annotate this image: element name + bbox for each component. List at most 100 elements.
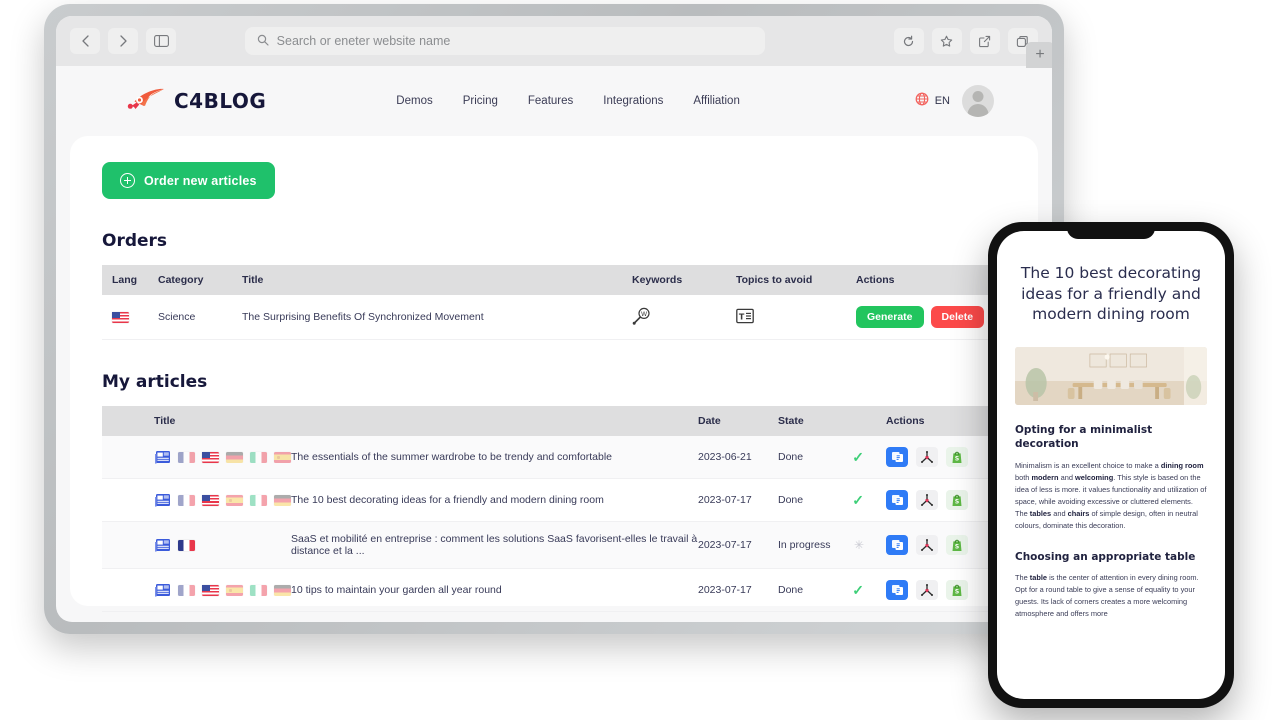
orders-header-row: Lang Category Title Keywords Topics to a…	[102, 265, 1006, 295]
search-icon	[257, 34, 269, 49]
site-header: C4BLOG Demos Pricing Features Integratio…	[56, 66, 1052, 136]
article-title: The essentials of the summer wardrobe to…	[291, 451, 612, 463]
table-row[interactable]: SaaS et mobilité en entreprise : comment…	[102, 521, 1006, 569]
globe-icon	[915, 92, 929, 111]
flag-it-icon	[250, 451, 267, 463]
sidebar-toggle-icon[interactable]	[146, 28, 176, 54]
address-bar[interactable]: Search or eneter website name	[244, 27, 765, 55]
nav-item-affiliation[interactable]: Affiliation	[693, 95, 739, 107]
wordpress-icon[interactable]	[916, 447, 938, 467]
phone-screen: The 10 best decorating ideas for a frien…	[997, 231, 1225, 699]
articles-title: My articles	[102, 372, 208, 392]
phone-article-title: The 10 best decorating ideas for a frien…	[1020, 264, 1202, 324]
order-lang-cell	[102, 295, 158, 340]
shopify-icon[interactable]: S	[946, 535, 968, 555]
flag-es-icon	[274, 451, 291, 463]
table-row[interactable]: The essentials of the summer wardrobe to…	[102, 436, 1006, 479]
articles-table: Title Date State Actions The essentials …	[102, 406, 1006, 612]
app-content-card: Order new articles Orders Lang Category …	[70, 136, 1038, 612]
phone-section-heading-1: Opting for a minimalist decoration	[1015, 423, 1153, 451]
table-row[interactable]: The 10 best decorating ideas for a frien…	[102, 479, 1006, 522]
duplicate-icon[interactable]	[886, 447, 908, 467]
text-article-icon[interactable]: T	[736, 308, 754, 327]
newspaper-icon	[154, 583, 171, 598]
flag-de-icon	[274, 494, 291, 506]
flag-us-icon	[202, 584, 219, 596]
shopify-icon[interactable]: S	[946, 490, 968, 510]
plus-circle-icon	[120, 173, 135, 188]
articles-col-date: Date	[698, 415, 721, 427]
language-code: EN	[934, 95, 950, 107]
article-state-cell: Done ✓	[778, 569, 886, 612]
share-icon[interactable]	[969, 28, 1000, 54]
flag-de-icon	[226, 451, 243, 463]
flag-fr-icon	[178, 584, 195, 596]
tablet-device: Search or eneter website name + C4BLOG D…	[44, 4, 1064, 634]
orders-col-keywords: Keywords	[632, 274, 683, 286]
wordpress-icon[interactable]	[916, 535, 938, 555]
duplicate-icon[interactable]	[886, 535, 908, 555]
main-navigation: Demos Pricing Features Integrations Affi…	[396, 95, 740, 107]
article-flags-cell	[102, 569, 291, 612]
article-title: 10 tips to maintain your garden all year…	[291, 584, 502, 596]
svg-text:S: S	[955, 588, 959, 595]
flag-de-icon	[274, 584, 291, 596]
check-icon: ✓	[852, 581, 864, 598]
flag-es-icon	[226, 584, 243, 596]
logo-text: C4BLOG	[174, 89, 267, 113]
duplicate-icon[interactable]	[886, 580, 908, 600]
card-inner: Order new articles Orders Lang Category …	[70, 136, 1038, 612]
orders-col-title: Title	[242, 274, 264, 286]
phone-section-heading-2: Choosing an appropriate table	[1015, 550, 1196, 563]
magnifier-w-icon[interactable]: W	[632, 307, 652, 328]
duplicate-icon[interactable]	[886, 490, 908, 510]
nav-item-demos[interactable]: Demos	[396, 95, 432, 107]
orders-col-lang: Lang	[112, 274, 138, 286]
wordpress-icon[interactable]	[916, 580, 938, 600]
shopify-icon[interactable]: S	[946, 447, 968, 467]
table-row[interactable]: 10 tips to maintain your garden all year…	[102, 569, 1006, 612]
wordpress-icon[interactable]	[916, 490, 938, 510]
newspaper-icon	[154, 450, 171, 465]
order-actions-cell: Generate Delete	[856, 295, 1006, 340]
articles-col-state: State	[778, 415, 804, 427]
generate-button[interactable]: Generate	[856, 306, 924, 328]
article-flags-cell	[102, 522, 291, 569]
back-button[interactable]	[70, 28, 100, 54]
address-bar-placeholder: Search or eneter website name	[276, 34, 451, 48]
check-icon: ✓	[852, 491, 864, 508]
articles-col-title: Title	[154, 415, 176, 427]
flag-fr-icon	[178, 539, 195, 551]
article-state-label: In progress	[778, 539, 831, 551]
order-avoid-cell: T	[736, 295, 856, 340]
table-row[interactable]: Science The Surprising Benefits Of Synch…	[102, 295, 1006, 340]
phone-device: The 10 best decorating ideas for a frien…	[988, 222, 1234, 708]
shopify-icon[interactable]: S	[946, 580, 968, 600]
article-state-cell: In progress ✳	[778, 522, 886, 569]
avatar[interactable]	[962, 85, 994, 117]
flag-us-icon	[202, 494, 219, 506]
delete-button[interactable]: Delete	[930, 306, 985, 328]
newspaper-icon	[154, 493, 171, 508]
article-state-label: Done	[778, 584, 804, 596]
new-tab-button[interactable]: +	[1026, 42, 1052, 68]
article-date: 2023-07-17	[698, 584, 752, 596]
nav-item-pricing[interactable]: Pricing	[463, 95, 498, 107]
reload-icon[interactable]	[893, 28, 924, 54]
flag-us-icon	[202, 451, 219, 463]
order-button-label: Order new articles	[144, 173, 257, 188]
order-new-articles-button[interactable]: Order new articles	[102, 162, 275, 199]
forward-button[interactable]	[108, 28, 138, 54]
order-category: Science	[158, 311, 196, 323]
svg-text:T: T	[739, 312, 745, 321]
logo[interactable]: C4BLOG	[126, 87, 266, 116]
article-state-label: Done	[778, 494, 804, 506]
nav-item-integrations[interactable]: Integrations	[603, 95, 663, 107]
dining-room-photo	[1015, 346, 1207, 405]
orders-table: Lang Category Title Keywords Topics to a…	[102, 265, 1006, 340]
star-icon[interactable]	[931, 28, 962, 54]
language-selector[interactable]: EN	[915, 92, 950, 111]
header-right-controls: EN	[915, 85, 994, 117]
nav-item-features[interactable]: Features	[528, 95, 573, 107]
newspaper-icon	[154, 538, 171, 553]
